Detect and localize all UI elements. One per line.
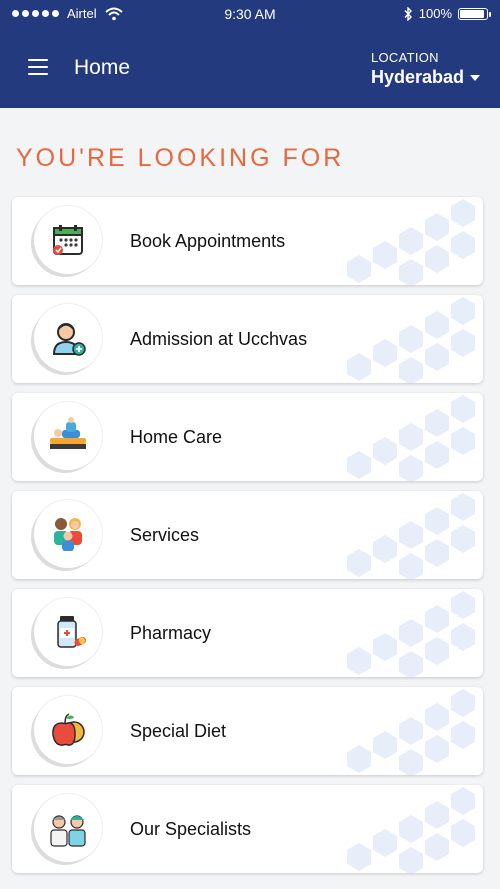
bluetooth-icon — [404, 6, 412, 21]
hexagon-pattern — [347, 297, 475, 383]
calendar-icon — [53, 225, 83, 255]
icon-circle — [34, 402, 102, 470]
menu-icon[interactable] — [24, 56, 52, 78]
menu-card[interactable]: Pharmacy — [12, 589, 483, 677]
hexagon-pattern — [347, 591, 475, 677]
app-header: Home LOCATION Hyderabad — [0, 28, 500, 108]
menu-card-label: Pharmacy — [130, 623, 212, 643]
menu-card[interactable]: Admission at Ucchvas — [12, 295, 483, 383]
patient-admission-icon — [52, 323, 86, 356]
icon-circle — [34, 206, 102, 274]
hexagon-pattern — [347, 199, 475, 285]
family-icon — [54, 518, 82, 551]
hexagon-pattern — [347, 493, 475, 579]
hexagon-pattern — [347, 689, 475, 775]
menu-card[interactable]: Our Specialists — [12, 785, 483, 873]
chevron-down-icon — [470, 74, 480, 81]
location-label: LOCATION — [370, 50, 439, 65]
fruit-icon — [52, 713, 85, 746]
hexagon-pattern — [347, 395, 475, 481]
hexagon-pattern — [347, 787, 475, 873]
menu-card[interactable]: Special Diet — [12, 687, 483, 775]
menu-card-label: Our Specialists — [130, 819, 252, 839]
menu-card-label: Book Appointments — [130, 231, 286, 251]
icon-circle — [34, 500, 102, 568]
menu-card-label: Home Care — [130, 427, 223, 447]
icon-circle — [34, 598, 102, 666]
menu-card[interactable]: Home Care — [12, 393, 483, 481]
status-bar: Airtel 9:30 AM 100% — [0, 0, 500, 28]
location-selector[interactable]: LOCATION Hyderabad — [371, 50, 480, 88]
home-care-bed-icon — [50, 417, 86, 449]
icon-circle — [34, 794, 102, 862]
section-title: YOU'RE LOOKING FOR — [16, 144, 345, 172]
location-value: Hyderabad — [370, 67, 464, 87]
menu-card[interactable]: Services — [12, 491, 483, 579]
icon-circle — [34, 304, 102, 372]
battery-percentage: 100% — [418, 6, 452, 21]
icon-circle — [34, 696, 102, 764]
menu-card[interactable]: Book Appointments — [12, 197, 483, 285]
menu-card-label: Admission at Ucchvas — [130, 329, 308, 349]
page-title: Home — [74, 56, 131, 79]
battery-icon — [458, 7, 491, 20]
menu-card-label: Special Diet — [130, 721, 227, 741]
menu-card-label: Services — [130, 525, 200, 545]
medicine-bottle-icon — [57, 616, 86, 648]
doctors-icon — [50, 815, 86, 847]
